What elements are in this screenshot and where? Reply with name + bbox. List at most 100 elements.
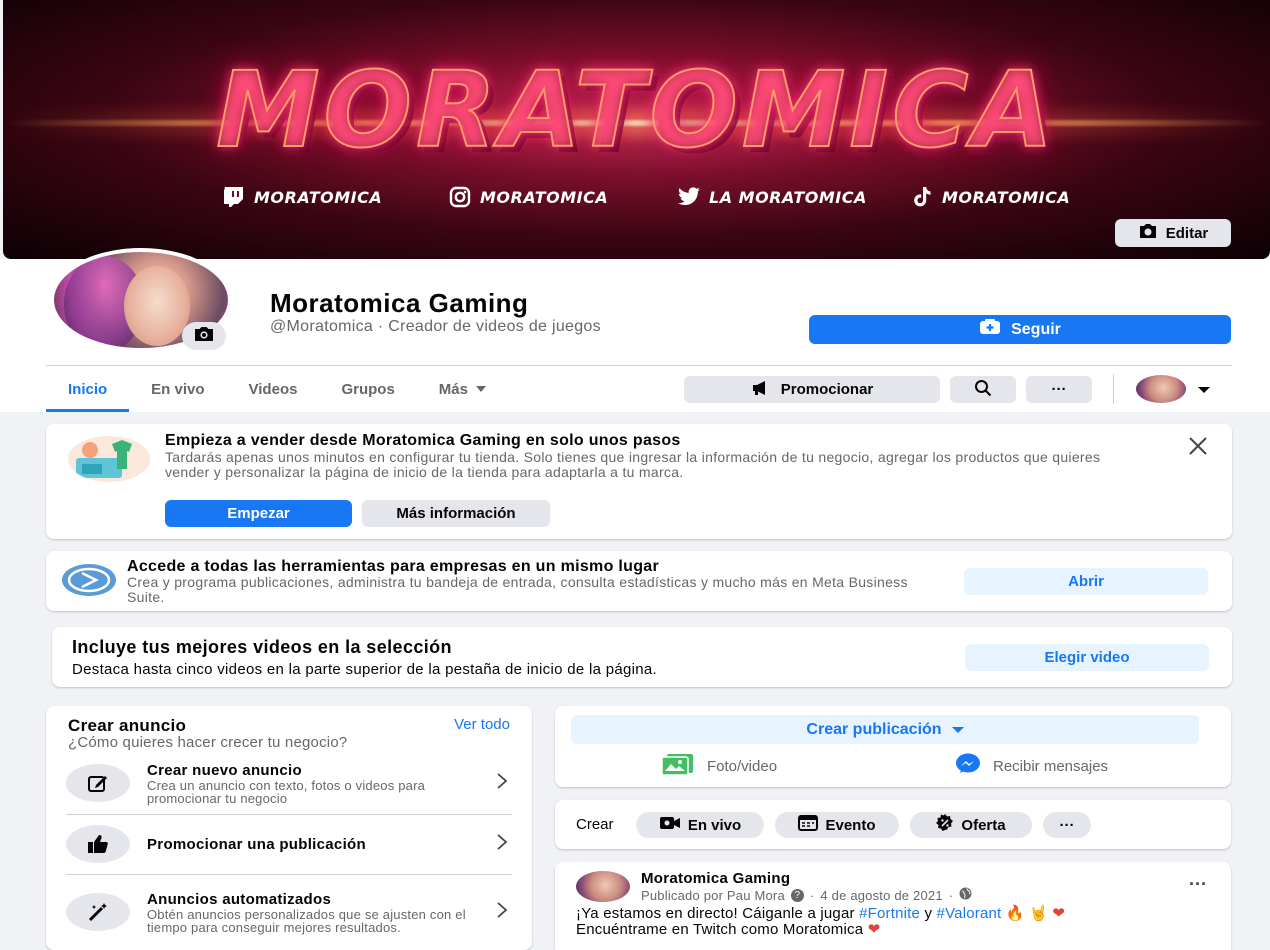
- meta-dot: ·: [948, 887, 954, 903]
- chevron-right-icon: [492, 899, 512, 925]
- start-shop-button[interactable]: Empezar: [165, 500, 352, 527]
- cover-brand-logo: MORATOMICA: [215, 49, 1057, 171]
- cover-socials: MORATOMICA MORATOMICA LA MORATOMICA MORA…: [3, 186, 1270, 210]
- cover-social-tiktok: MORATOMICA: [910, 186, 1070, 208]
- tab-videos[interactable]: Videos: [227, 366, 320, 412]
- avatar-face: [124, 266, 190, 346]
- post-date[interactable]: 4 de agosto de 2021: [820, 888, 942, 903]
- chevron-right-icon: [492, 831, 512, 857]
- more-info-button[interactable]: Más información: [362, 500, 550, 527]
- globe-icon: [959, 887, 972, 903]
- business-suite-card: Accede a todas las herramientas para emp…: [46, 551, 1232, 611]
- tab-label: Grupos: [341, 380, 395, 398]
- featured-videos-card: Incluye tus mejores videos en la selecci…: [52, 627, 1232, 687]
- see-all-link[interactable]: Ver todo: [454, 716, 510, 733]
- business-card-text: Crea y programa publicaciones, administr…: [127, 574, 908, 605]
- follow-icon: [979, 319, 1001, 340]
- create-post-button[interactable]: Crear publicación: [571, 715, 1199, 744]
- open-business-suite-button[interactable]: Abrir: [964, 568, 1208, 595]
- cover-social-label: MORATOMICA: [254, 187, 383, 207]
- pill-label: En vivo: [687, 816, 742, 834]
- ad-option-automated[interactable]: Anuncios automatizados Obtén anuncios pe…: [66, 884, 512, 940]
- create-ad-title: Crear anuncio: [68, 716, 187, 735]
- photo-icon: [661, 753, 695, 779]
- get-messages-button[interactable]: Recibir mensajes: [955, 753, 1108, 779]
- meta-dot: ·: [809, 887, 815, 903]
- toolbar-separator: [1113, 374, 1114, 404]
- pill-label: Evento: [825, 816, 876, 834]
- post-published-by: Publicado por Pau Mora: [641, 887, 785, 903]
- photo-video-button[interactable]: Foto/video: [661, 753, 777, 779]
- twitter-icon: [677, 186, 701, 208]
- post-meta: Publicado por Pau Mora ? · 4 de agosto d…: [641, 887, 972, 903]
- thumbs-up-icon: [66, 825, 130, 863]
- tab-inicio[interactable]: Inicio: [46, 366, 130, 412]
- post-card: Moratomica Gaming Publicado por Pau Mora…: [555, 862, 1231, 950]
- post-author-name[interactable]: Moratomica Gaming: [641, 870, 790, 887]
- photo-video-label: Foto/video: [707, 757, 778, 775]
- post-emojis: 🔥 🤘 ❤: [1005, 905, 1066, 922]
- ad-option-promote-post[interactable]: Promocionar una publicación: [66, 825, 512, 863]
- post-emojis: ❤: [867, 921, 881, 938]
- cover-photo[interactable]: MORATOMICA MORATOMICA MORATOMICA LA MORA…: [3, 0, 1270, 259]
- post-text-part: ¡Ya estamos en directo! Cáiganle a jugar: [576, 905, 855, 922]
- edit-cover-label: Editar: [1165, 224, 1209, 242]
- instagram-icon: [448, 186, 472, 208]
- hashtag-link[interactable]: #Valorant: [937, 905, 1002, 922]
- magic-wand-icon: [66, 893, 130, 931]
- tab-grupos[interactable]: Grupos: [319, 366, 416, 412]
- create-more-button[interactable]: ···: [1043, 812, 1091, 838]
- page-subtitle: @Moratomica · Creador de videos de juego…: [270, 318, 601, 335]
- messenger-icon: [955, 753, 981, 779]
- cover-social-twitter: LA MORATOMICA: [677, 186, 867, 208]
- ad-option-desc: Crea un anuncio con texto, fotos o video…: [147, 777, 426, 806]
- more-icon: ···: [1051, 381, 1067, 398]
- live-video-icon: [659, 816, 681, 834]
- chevron-right-icon: [492, 770, 512, 796]
- cover-social-twitch: MORATOMICA: [222, 186, 382, 208]
- tab-label: Videos: [248, 380, 298, 398]
- tab-en-vivo[interactable]: En vivo: [129, 366, 226, 412]
- chevron-down-icon[interactable]: [1198, 387, 1210, 393]
- create-event-button[interactable]: Evento: [775, 812, 899, 838]
- update-profile-picture-button[interactable]: [182, 322, 226, 350]
- choose-video-button[interactable]: Elegir video: [965, 644, 1209, 671]
- shop-card-title: Empieza a vender desde Moratomica Gaming…: [165, 432, 681, 449]
- tab-label: En vivo: [151, 380, 205, 398]
- cover-social-instagram: MORATOMICA: [448, 186, 608, 208]
- profile-picture[interactable]: [50, 248, 232, 352]
- edit-cover-button[interactable]: Editar: [1115, 219, 1231, 247]
- close-icon[interactable]: [1186, 434, 1210, 458]
- camera-icon: [193, 326, 215, 347]
- search-icon: [974, 379, 992, 401]
- tab-mas[interactable]: Más: [417, 366, 508, 412]
- more-options-button[interactable]: ···: [1026, 376, 1092, 403]
- cover-social-label: LA MORATOMICA: [709, 187, 867, 207]
- follow-button[interactable]: Seguir: [809, 315, 1231, 344]
- ad-option-new[interactable]: Crear nuevo anuncio Crea un anuncio con …: [66, 758, 512, 808]
- hashtag-link[interactable]: #Fortnite: [859, 905, 920, 922]
- edit-icon: [66, 764, 130, 802]
- shop-icon: [68, 436, 150, 482]
- offer-icon: [936, 814, 954, 836]
- twitch-icon: [222, 186, 246, 208]
- post-options-button[interactable]: ···: [1189, 874, 1207, 895]
- calendar-icon: [798, 815, 819, 835]
- create-offer-button[interactable]: Oferta: [910, 812, 1032, 838]
- create-live-button[interactable]: En vivo: [636, 812, 764, 838]
- account-avatar[interactable]: [1136, 375, 1186, 403]
- post-text-part: Encuéntrame en Twitch como Moratomica: [576, 921, 864, 938]
- ad-divider: [66, 874, 512, 875]
- more-icon: ···: [1059, 816, 1075, 834]
- post-author-avatar[interactable]: [576, 871, 630, 902]
- page-tabs: Inicio En vivo Videos Grupos Más: [46, 366, 508, 412]
- promote-button[interactable]: Promocionar: [684, 376, 940, 403]
- chevron-down-icon: [475, 386, 486, 392]
- create-ad-subtitle: ¿Cómo quieres hacer crecer tu negocio?: [68, 734, 348, 751]
- search-button[interactable]: [950, 376, 1016, 403]
- follow-label: Seguir: [1011, 320, 1061, 338]
- shop-card-text: Tardarás apenas unos minutos en configur…: [165, 449, 1101, 480]
- info-icon[interactable]: ?: [790, 888, 804, 902]
- ad-option-title: Promocionar una publicación: [147, 835, 366, 853]
- create-post-label: Crear publicación: [806, 720, 942, 738]
